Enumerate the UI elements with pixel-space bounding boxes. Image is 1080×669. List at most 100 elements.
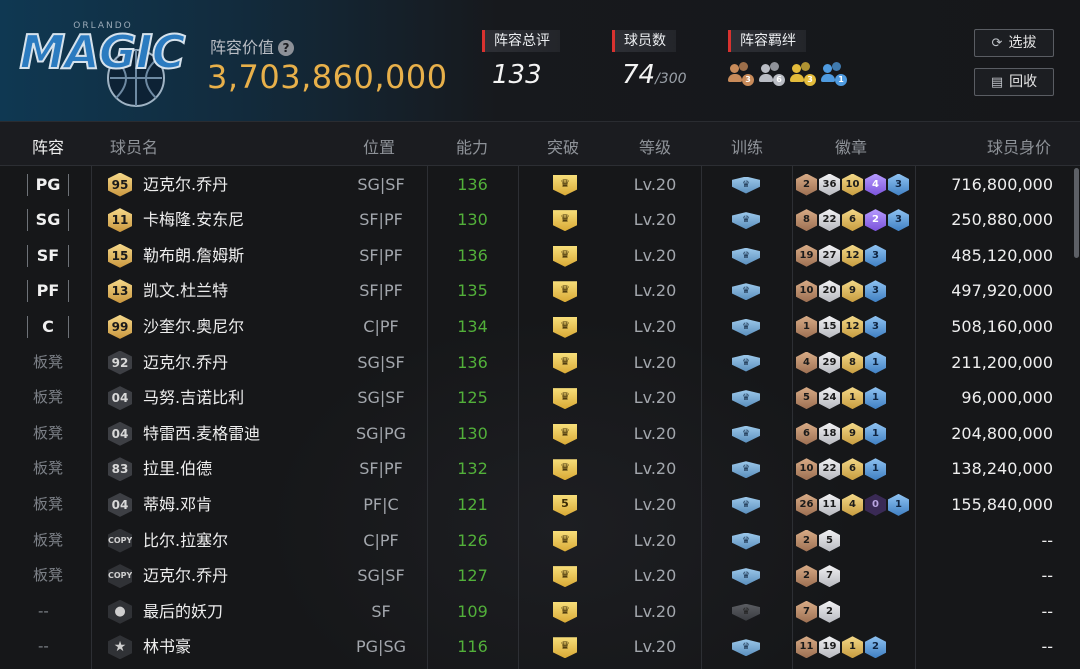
crown-icon[interactable]: ♛ [553,388,577,410]
badge-group[interactable]: 27 [796,565,840,588]
table-row[interactable]: -- ★ 林书豪 PG|SG 116 ♛ Lv.20 ♛ 11 19 1 2 -- [0,629,1080,665]
table-row[interactable]: 板凳 04 蒂姆.邓肯 PF|C 121 5 Lv.20 ♛ 26 11 4 0 1 155,840,00… [0,487,1080,523]
badge-group[interactable]: 5 24 1 1 [796,387,886,410]
col-salary[interactable]: 球员身价 [987,134,1051,158]
lineup-slot[interactable]: 板凳 [33,416,63,452]
crown-icon[interactable]: ♛ [553,459,577,481]
crown-icon[interactable]: ♛ [553,174,577,196]
table-row[interactable]: 板凳 COPY 迈克尔.乔丹 SG|SF 127 ♛ Lv.20 ♛ 2 7 -- [0,558,1080,594]
badge-group[interactable]: 1 15 12 3 [796,315,886,338]
training-icon[interactable]: ♛ [732,603,760,621]
table-row[interactable]: 板凳 92 迈克尔.乔丹 SG|SF 136 ♛ Lv.20 ♛ 4 29 8 1 211,200,00… [0,345,1080,381]
crown-icon[interactable]: ♛ [553,423,577,445]
col-lineup[interactable]: 阵容 [32,134,64,158]
player-name[interactable]: 最后的妖刀 [143,594,223,630]
training-icon[interactable]: ♛ [732,354,760,372]
col-rating[interactable]: 能力 [456,134,488,158]
training-icon[interactable]: ♛ [732,425,760,443]
badge-group[interactable]: 10 22 6 1 [796,458,886,481]
lineup-slot[interactable]: -- [38,629,49,665]
crown-icon[interactable]: ♛ [553,566,577,588]
col-breakthrough[interactable]: 突破 [547,134,579,158]
lineup-slot[interactable]: 板凳 [33,345,63,381]
lineup-slot[interactable]: C [27,315,69,338]
badge-group[interactable]: 4 29 8 1 [796,351,886,374]
training-icon[interactable]: ♛ [732,496,760,514]
player-name[interactable]: 迈克尔.乔丹 [143,345,228,381]
training-icon[interactable]: ♛ [732,461,760,479]
training-icon[interactable]: ♛ [732,318,760,336]
player-name[interactable]: 凯文.杜兰特 [143,273,228,309]
table-row[interactable]: SF 15 勒布朗.詹姆斯 SF|PF 136 ♛ Lv.20 ♛ 19 27 12 3 485,120… [0,238,1080,274]
training-icon[interactable]: ♛ [732,639,760,657]
lineup-slot[interactable]: -- [38,594,49,630]
crown-icon[interactable]: ♛ [553,281,577,303]
lineup-slot[interactable]: SF [27,244,69,267]
badge-group[interactable]: 8 22 6 2 3 [796,209,909,232]
crown-icon[interactable]: ♛ [553,316,577,338]
col-name[interactable]: 球员名 [110,134,158,158]
player-name[interactable]: 蒂姆.邓肯 [143,487,212,523]
training-icon[interactable]: ♛ [732,176,760,194]
crown-icon[interactable]: ♛ [553,352,577,374]
scrollbar[interactable] [1074,168,1079,258]
training-icon[interactable]: ♛ [732,532,760,550]
player-name[interactable]: 迈克尔.乔丹 [143,558,228,594]
training-icon[interactable]: ♛ [732,568,760,586]
lineup-slot[interactable]: 板凳 [33,380,63,416]
lineup-slot[interactable]: PF [27,280,69,303]
lineup-slot[interactable]: 板凳 [33,558,63,594]
bronze-bond-icon[interactable]: 3 [728,62,754,86]
select-button[interactable]: ⟳ 选拔 [974,29,1054,57]
table-row[interactable]: 板凳 83 拉里.伯德 SF|PF 132 ♛ Lv.20 ♛ 10 22 6 1 138,240,00… [0,451,1080,487]
col-position[interactable]: 位置 [363,134,395,158]
player-name[interactable]: 林书豪 [143,629,191,665]
lineup-slot[interactable]: 板凳 [33,487,63,523]
table-row[interactable]: PG 95 迈克尔.乔丹 SG|SF 136 ♛ Lv.20 ♛ 2 36 10 4 3 716,800,… [0,167,1080,203]
crown-icon[interactable]: ♛ [553,245,577,267]
crown-icon[interactable]: ♛ [553,210,577,232]
blue-bond-icon[interactable]: 1 [821,62,847,86]
breakthrough-badge[interactable]: 5 [553,494,577,516]
training-icon[interactable]: ♛ [732,247,760,265]
recycle-button[interactable]: ▤ 回收 [974,68,1054,96]
lineup-slot[interactable]: PG [27,173,69,196]
player-name[interactable]: 勒布朗.詹姆斯 [143,238,244,274]
col-training[interactable]: 训练 [731,134,763,158]
badge-group[interactable]: 19 27 12 3 [796,244,886,267]
table-row[interactable]: 板凳 04 马努.吉诺比利 SG|SF 125 ♛ Lv.20 ♛ 5 24 1 1 96,000,00… [0,380,1080,416]
player-name[interactable]: 拉里.伯德 [143,451,212,487]
col-level[interactable]: 等级 [639,134,671,158]
lineup-slot[interactable]: 板凳 [33,451,63,487]
table-row[interactable]: 板凳 04 特雷西.麦格雷迪 SG|PG 130 ♛ Lv.20 ♛ 6 18 9 1 204,800,… [0,416,1080,452]
crown-icon[interactable]: ♛ [553,601,577,623]
training-icon[interactable]: ♛ [732,283,760,301]
table-row[interactable]: SG 11 卡梅隆.安东尼 SF|PF 130 ♛ Lv.20 ♛ 8 22 6 2 3 250,880,… [0,202,1080,238]
player-name[interactable]: 特雷西.麦格雷迪 [143,416,260,452]
badge-group[interactable]: 25 [796,529,840,552]
badge-group[interactable]: 26 11 4 0 1 [796,493,909,516]
crown-icon[interactable]: ♛ [553,637,577,659]
player-name[interactable]: 卡梅隆.安东尼 [143,202,244,238]
bond-icons[interactable]: 3 6 3 1 [728,62,847,86]
badge-group[interactable]: 10 20 9 3 [796,280,886,303]
player-name[interactable]: 比尔.拉塞尔 [143,523,228,559]
player-name[interactable]: 迈克尔.乔丹 [143,167,228,203]
table-row[interactable]: 板凳 COPY 比尔.拉塞尔 C|PF 126 ♛ Lv.20 ♛ 2 5 -- [0,523,1080,559]
player-name[interactable]: 沙奎尔.奥尼尔 [143,309,244,345]
silver-bond-icon[interactable]: 6 [759,62,785,86]
training-icon[interactable]: ♛ [732,212,760,230]
badge-group[interactable]: 11 19 1 2 [796,636,886,659]
lineup-slot[interactable]: SG [27,209,69,232]
badge-group[interactable]: 72 [796,600,840,623]
table-row[interactable]: -- ● 最后的妖刀 SF 109 ♛ Lv.20 ♛ 7 2 -- [0,594,1080,630]
badge-group[interactable]: 2 36 10 4 3 [796,173,909,196]
help-icon[interactable]: ? [278,40,295,56]
table-row[interactable]: PF 13 凯文.杜兰特 SF|PF 135 ♛ Lv.20 ♛ 10 20 9 3 497,920,0… [0,273,1080,309]
crown-icon[interactable]: ♛ [553,530,577,552]
badge-group[interactable]: 6 18 9 1 [796,422,886,445]
col-badges[interactable]: 徽章 [835,134,867,158]
lineup-slot[interactable]: 板凳 [33,523,63,559]
player-name[interactable]: 马努.吉诺比利 [143,380,244,416]
training-icon[interactable]: ♛ [732,390,760,408]
